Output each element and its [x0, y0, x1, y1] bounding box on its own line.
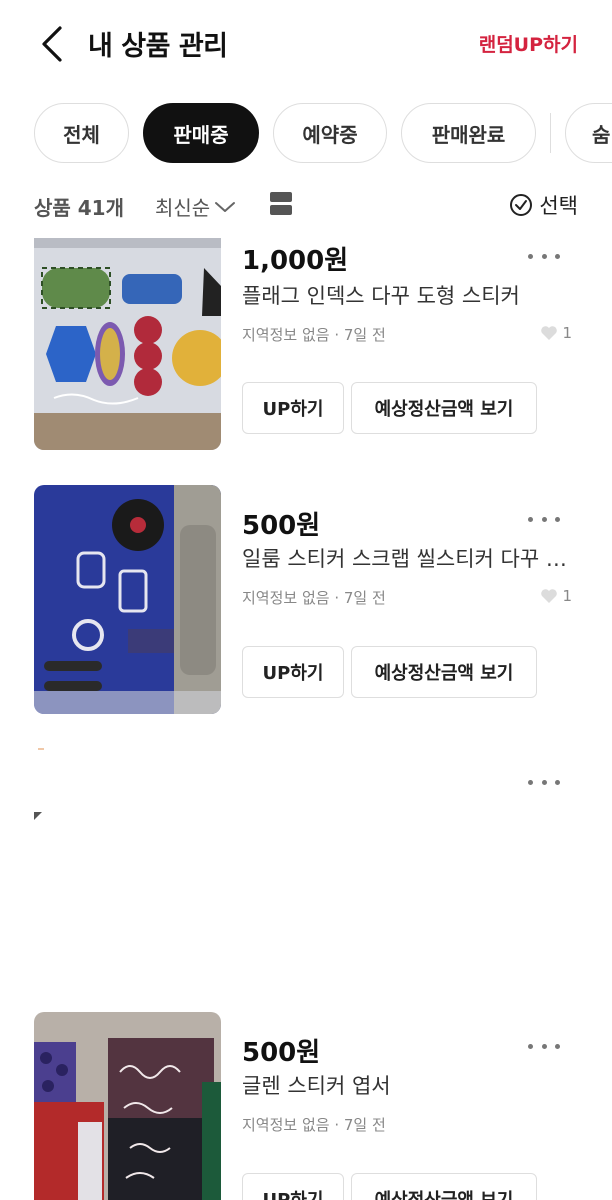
- select-label: 선택: [539, 194, 578, 218]
- status-filter-tabs: 전체 판매중 예약중 판매완료 숨: [34, 102, 612, 164]
- product-price: 500원: [242, 511, 321, 541]
- product-item[interactable]: 1,000원 플래그 인덱스 다꾸 도형 스티커 지역정보 없음 · 7일 전 …: [0, 238, 612, 452]
- like-count: 1: [540, 587, 572, 605]
- check-circle-icon: [510, 194, 533, 216]
- sort-dropdown[interactable]: 최신순: [155, 192, 236, 221]
- like-count-value: 1: [562, 324, 572, 342]
- tab-all[interactable]: 전체: [34, 103, 129, 163]
- more-options-icon[interactable]: [524, 1036, 564, 1056]
- product-count: 상품 41개: [34, 196, 124, 220]
- more-options-icon[interactable]: [524, 772, 564, 792]
- chevron-down-icon: [215, 201, 236, 212]
- chip-divider: [550, 113, 551, 153]
- tab-reserved[interactable]: 예약중: [273, 103, 387, 163]
- app-header: 내 상품 관리 랜덤UP하기: [0, 0, 612, 90]
- product-price: 1,000원: [242, 246, 349, 276]
- view-toggle-icon[interactable]: [270, 192, 292, 216]
- product-meta: 지역정보 없음 · 7일 전: [242, 589, 386, 607]
- product-meta: 지역정보 없음 · 7일 전: [242, 1116, 386, 1134]
- product-name: 플래그 인덱스 다꾸 도형 스티커: [242, 284, 520, 308]
- up-button[interactable]: UP하기: [242, 1173, 344, 1200]
- list-toolbar: 상품 41개 최신순 선택: [34, 186, 578, 226]
- product-thumbnail[interactable]: [34, 238, 221, 450]
- product-meta: 지역정보 없음 · 7일 전: [242, 326, 386, 344]
- sort-label: 최신순: [155, 196, 211, 220]
- expected-settlement-button[interactable]: 예상정산금액 보기: [351, 646, 537, 698]
- product-item[interactable]: 500원 글렌 스티커 엽서 지역정보 없음 · 7일 전 UP하기 예상정산금…: [0, 1012, 612, 1200]
- heart-icon: [541, 589, 558, 603]
- product-price: 500원: [242, 1038, 321, 1068]
- like-count-value: 1: [562, 587, 572, 605]
- loading-artifact: [38, 748, 44, 750]
- tab-on-sale[interactable]: 판매중: [143, 103, 259, 163]
- product-item-loading[interactable]: [0, 748, 612, 978]
- expected-settlement-button[interactable]: 예상정산금액 보기: [351, 1173, 537, 1200]
- postcard-photo-image: [34, 1012, 221, 1200]
- more-options-icon[interactable]: [524, 509, 564, 529]
- loading-artifact: [34, 812, 42, 820]
- back-button[interactable]: [32, 22, 72, 66]
- product-name: 일룸 스티커 스크랩 씰스티커 다꾸 스티커: [242, 547, 578, 571]
- up-button[interactable]: UP하기: [242, 382, 344, 434]
- tab-hidden[interactable]: 숨: [565, 103, 612, 163]
- chevron-left-icon: [42, 26, 62, 62]
- heart-icon: [541, 326, 558, 340]
- expected-settlement-button[interactable]: 예상정산금액 보기: [351, 382, 537, 434]
- sticker-photo-image: [34, 485, 221, 714]
- select-button[interactable]: 선택: [509, 190, 578, 220]
- product-thumbnail[interactable]: [34, 485, 221, 714]
- up-button[interactable]: UP하기: [242, 646, 344, 698]
- more-options-icon[interactable]: [524, 246, 564, 266]
- product-thumbnail[interactable]: [34, 1012, 221, 1200]
- product-name: 글렌 스티커 엽서: [242, 1074, 391, 1098]
- product-item[interactable]: 500원 일룸 스티커 스크랩 씰스티커 다꾸 스티커 지역정보 없음 · 7일…: [0, 485, 612, 717]
- tab-sold[interactable]: 판매완료: [401, 103, 536, 163]
- page-title: 내 상품 관리: [88, 31, 228, 62]
- sticker-photo-image: [34, 238, 221, 450]
- like-count: 1: [540, 324, 572, 342]
- random-up-button[interactable]: 랜덤UP하기: [479, 30, 578, 57]
